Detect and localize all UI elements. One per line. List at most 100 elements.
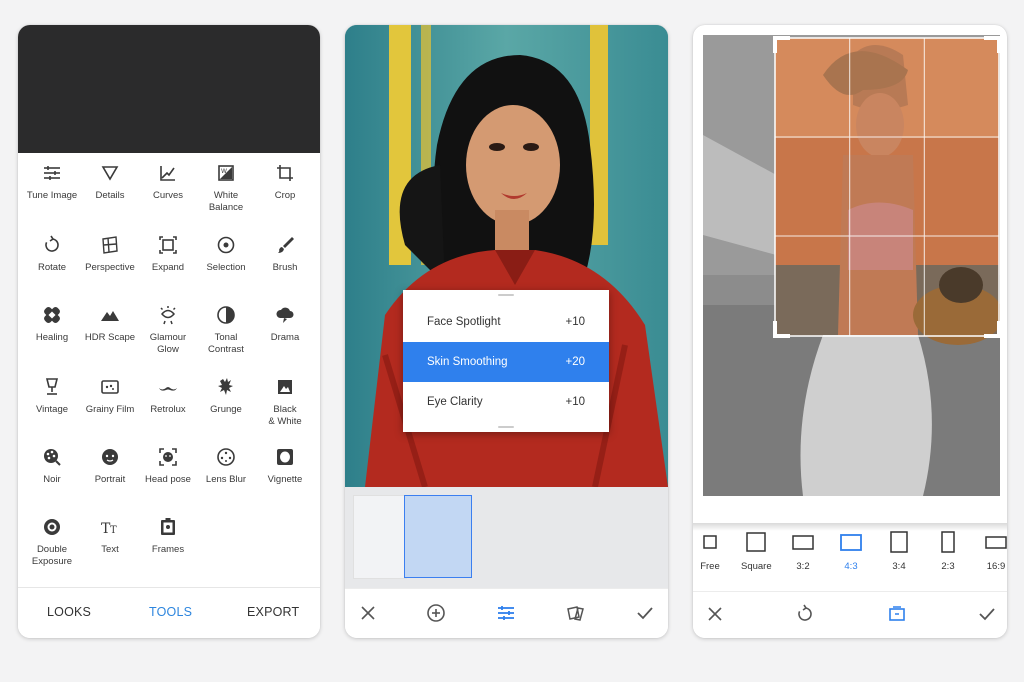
tool-label: Noir	[43, 474, 61, 485]
adjustment-label: Face Spotlight	[427, 316, 501, 328]
tool-vignette[interactable]: Vignette	[256, 447, 314, 486]
adjustment-value: +10	[565, 396, 585, 408]
double-exposure-icon	[44, 519, 60, 535]
tool-tune-image[interactable]: Tune Image	[23, 163, 81, 202]
ratio-4-3[interactable]: 4:3	[840, 531, 862, 572]
svg-text:T: T	[110, 525, 117, 536]
tool-grainy-film[interactable]: Grainy Film	[81, 377, 139, 416]
adjustment-value: +10	[565, 316, 585, 328]
rotate-icon[interactable]	[795, 604, 815, 624]
drama-cloud-icon	[276, 307, 294, 323]
ratio-3-4[interactable]: 3:4	[888, 531, 910, 572]
popup-handle[interactable]	[498, 426, 514, 428]
adjustment-skin-smoothing[interactable]: Skin Smoothing +20	[403, 342, 609, 382]
tool-label: Glamour Glow	[149, 332, 187, 355]
tool-label: Expand	[151, 262, 185, 273]
check-icon[interactable]	[635, 603, 655, 623]
curves-icon	[160, 166, 175, 181]
tool-noir[interactable]: Noir	[23, 447, 81, 486]
tool-double-exposure[interactable]: Double Exposure	[23, 517, 81, 567]
square-ratio-icon	[746, 532, 767, 552]
close-icon[interactable]	[705, 604, 725, 624]
tool-label: Drama	[270, 332, 300, 343]
tool-glamour-glow[interactable]: Glamour Glow	[139, 305, 197, 355]
ratio-2-3-icon	[941, 531, 955, 553]
hdr-mountain-icon	[101, 311, 119, 321]
ratio-label: Free	[700, 561, 720, 572]
glamour-glow-icon	[160, 306, 176, 325]
sliders-icon[interactable]	[496, 603, 516, 623]
ratio-label: 16:9	[986, 561, 1006, 572]
tool-label: Vignette	[267, 474, 303, 485]
tool-healing[interactable]: Healing	[23, 305, 81, 344]
frames-icon	[161, 518, 175, 535]
tool-label: White Balance	[208, 190, 244, 213]
tool-frames[interactable]: Frames	[139, 517, 197, 556]
tab-tools[interactable]: TOOLS	[149, 605, 192, 619]
tool-curves[interactable]: Curves	[139, 163, 197, 202]
portrait-editor-screen: Face Spotlight +10 Skin Smoothing +20 Ey…	[345, 25, 668, 638]
ratio-3-2[interactable]: 3:2	[792, 531, 814, 572]
popup-handle[interactable]	[498, 294, 514, 296]
tonal-contrast-icon	[217, 306, 235, 324]
ratio-square[interactable]: Square	[741, 531, 772, 572]
retrolux-mustache-icon	[159, 387, 177, 391]
add-circle-icon[interactable]	[426, 603, 446, 623]
tool-details[interactable]: Details	[81, 163, 139, 202]
tool-lens-blur[interactable]: Lens Blur	[197, 447, 255, 486]
crop-screen: Free Square 3:2 4:3 3:4 2:3 16:9	[693, 25, 1007, 638]
tool-vintage[interactable]: Vintage	[23, 377, 81, 416]
adjustment-eye-clarity[interactable]: Eye Clarity +10	[403, 382, 609, 422]
tool-black-white[interactable]: Black & White	[256, 377, 314, 427]
tool-expand[interactable]: Expand	[139, 235, 197, 274]
preset-strip	[345, 487, 668, 589]
tool-tonal-contrast[interactable]: Tonal Contrast	[197, 305, 255, 355]
image-preview-area	[18, 25, 320, 153]
preset-thumbnail[interactable]	[353, 495, 407, 579]
selection-icon	[217, 236, 235, 254]
ratio-16-9[interactable]: 16:9	[985, 531, 1007, 572]
tab-export[interactable]: EXPORT	[247, 605, 299, 619]
close-icon[interactable]	[358, 603, 378, 623]
tool-label: HDR Scape	[84, 332, 136, 343]
details-triangle-icon	[101, 166, 119, 181]
tool-crop[interactable]: Crop	[256, 163, 314, 202]
crop-toolbar	[693, 591, 1007, 638]
tool-grunge[interactable]: Grunge	[197, 377, 255, 416]
tool-label: Vintage	[35, 404, 69, 415]
tool-label: Grainy Film	[85, 404, 135, 415]
tool-portrait[interactable]: Portrait	[81, 447, 139, 486]
white-balance-icon: W	[218, 165, 234, 181]
text-icon: TT	[101, 521, 117, 537]
tool-hdr-scape[interactable]: HDR Scape	[81, 305, 139, 344]
orientation-icon[interactable]	[887, 604, 907, 624]
tool-label: Perspective	[85, 262, 135, 273]
tool-white-balance[interactable]: W White Balance	[197, 163, 255, 213]
tool-perspective[interactable]: Perspective	[81, 235, 139, 274]
divider	[693, 523, 1007, 531]
tool-label: Double Exposure	[31, 544, 73, 567]
ratio-2-3[interactable]: 2:3	[937, 531, 959, 572]
ratio-free[interactable]: Free	[699, 531, 721, 572]
ratio-label: Square	[741, 561, 772, 572]
tool-label: Healing	[35, 332, 69, 343]
tool-retrolux[interactable]: Retrolux	[139, 377, 197, 416]
tool-label: Black & White	[268, 404, 302, 427]
tab-looks[interactable]: LOOKS	[47, 605, 91, 619]
tool-drama[interactable]: Drama	[256, 305, 314, 344]
adjustment-value: +20	[565, 356, 585, 368]
tool-label: Head pose	[145, 474, 191, 485]
portrait-face-icon	[102, 449, 118, 465]
check-icon[interactable]	[977, 604, 997, 624]
adjustment-label: Eye Clarity	[427, 396, 483, 408]
tool-rotate[interactable]: Rotate	[23, 235, 81, 274]
adjustment-face-spotlight[interactable]: Face Spotlight +10	[403, 302, 609, 342]
ratio-label: 4:3	[844, 561, 858, 572]
styles-icon[interactable]	[565, 603, 585, 623]
preset-thumbnail-selected[interactable]	[404, 495, 472, 578]
tool-text[interactable]: TT Text	[81, 517, 139, 556]
tool-brush[interactable]: Brush	[256, 235, 314, 274]
tool-selection[interactable]: Selection	[197, 235, 255, 274]
ratio-4-3-icon	[840, 534, 862, 551]
tool-head-pose[interactable]: Head pose	[139, 447, 197, 486]
